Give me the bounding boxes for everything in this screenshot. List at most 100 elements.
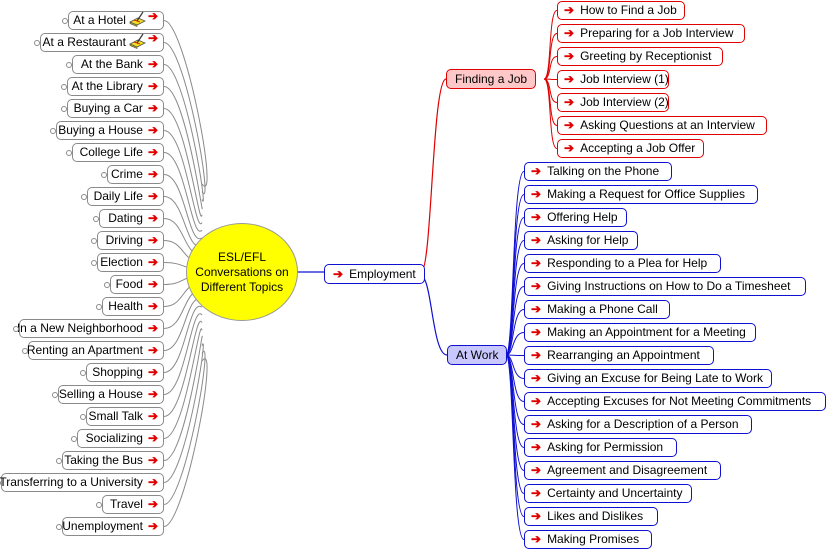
at-work-node[interactable]: At Work [447,345,508,365]
at-work-item[interactable]: ➔ Making Promises [524,530,652,549]
topic-node[interactable]: Travel ➔ [102,495,164,514]
collapse-toggle[interactable] [50,128,56,134]
topic-node[interactable]: At the Library ➔ [67,77,164,96]
topic-node[interactable]: At a Hotel ➔ [68,9,164,30]
arrow-link-icon[interactable]: ➔ [148,473,158,492]
arrow-link-icon[interactable]: ➔ [531,323,541,342]
arrow-link-icon[interactable]: ➔ [148,341,158,360]
topic-node[interactable]: Crime ➔ [107,165,164,184]
employment-node[interactable]: ➔ Employment [324,264,425,284]
collapse-toggle[interactable] [66,150,72,156]
at-work-item[interactable]: ➔ Talking on the Phone [524,162,672,181]
arrow-link-icon[interactable]: ➔ [564,1,574,20]
at-work-item[interactable]: ➔ Responding to a Plea for Help [524,254,721,273]
at-work-item[interactable]: ➔ Offering Help [524,208,627,227]
collapse-toggle[interactable] [61,84,67,90]
arrow-link-icon[interactable]: ➔ [531,369,541,388]
topic-node[interactable]: At a Restaurant ➔ [40,31,164,52]
collapse-toggle[interactable] [61,106,67,112]
arrow-link-icon[interactable]: ➔ [531,231,541,250]
arrow-link-icon[interactable]: ➔ [148,495,158,514]
arrow-link-icon[interactable]: ➔ [148,121,158,140]
arrow-link-icon[interactable]: ➔ [531,185,541,204]
collapse-toggle[interactable] [22,348,28,354]
root-topic[interactable]: ESL/EFL Conversations on Different Topic… [186,223,298,321]
collapse-toggle[interactable] [96,502,102,508]
collapse-toggle[interactable] [101,172,107,178]
at-work-item[interactable]: ➔ Rearranging an Appointment [524,346,714,365]
arrow-link-icon[interactable]: ➔ [564,47,574,66]
arrow-link-icon[interactable]: ➔ [564,93,574,112]
collapse-toggle[interactable] [66,62,72,68]
topic-node[interactable]: Shopping ➔ [86,363,164,382]
finding-job-item[interactable]: ➔ Job Interview (2) [557,93,669,112]
topic-node[interactable]: Dating ➔ [99,209,164,228]
collapse-toggle[interactable] [96,304,102,310]
topic-node[interactable]: Small Talk ➔ [86,407,164,426]
at-work-item[interactable]: ➔ Giving Instructions on How to Do a Time… [524,277,806,296]
arrow-link-icon[interactable]: ➔ [148,253,158,272]
arrow-link-icon[interactable]: ➔ [531,392,541,411]
finding-job-item[interactable]: ➔ Job Interview (1) [557,70,669,89]
arrow-link-icon[interactable]: ➔ [148,29,158,48]
arrow-link-icon[interactable]: ➔ [564,24,574,43]
arrow-link-icon[interactable]: ➔ [531,530,541,549]
arrow-link-icon[interactable]: ➔ [148,55,158,74]
arrow-link-icon[interactable]: ➔ [564,70,574,89]
finding-job-item[interactable]: ➔ Accepting a Job Offer [557,139,704,158]
arrow-link-icon[interactable]: ➔ [148,77,158,96]
finding-job-node[interactable]: Finding a Job [446,69,537,89]
arrow-link-icon[interactable]: ➔ [531,346,541,365]
finding-job-item[interactable]: ➔ Greeting by Receptionist [557,47,723,66]
arrow-link-icon[interactable]: ➔ [148,143,158,162]
collapse-toggle[interactable] [80,370,86,376]
arrow-link-icon[interactable]: ➔ [148,319,158,338]
finding-job-item[interactable]: ➔ Asking Questions at an Interview [557,116,767,135]
arrow-link-icon[interactable]: ➔ [148,187,158,206]
collapse-toggle[interactable] [91,238,97,244]
topic-node[interactable]: Daily Life ➔ [87,187,164,206]
at-work-item[interactable]: ➔ Asking for Help [524,231,638,250]
topic-node[interactable]: Transferring to a University ➔ [0,473,164,492]
topic-node[interactable]: Renting an Apartment ➔ [27,341,164,360]
topic-node[interactable]: At the Bank ➔ [72,55,164,74]
arrow-link-icon[interactable]: ➔ [564,139,574,158]
topic-node[interactable]: Unemployment ➔ [62,517,164,536]
topic-node[interactable]: Election ➔ [97,253,164,272]
at-work-item[interactable]: ➔ Likes and Dislikes [524,507,658,526]
arrow-link-icon[interactable]: ➔ [148,7,158,26]
at-work-item[interactable]: ➔ Accepting Excuses for Not Meeting Commi… [524,392,826,411]
arrow-link-icon[interactable]: ➔ [148,363,158,382]
collapse-toggle[interactable] [81,194,87,200]
collapse-toggle[interactable] [91,260,97,266]
arrow-link-icon[interactable]: ➔ [148,429,158,448]
arrow-link-icon[interactable]: ➔ [148,165,158,184]
topic-node[interactable]: Food ➔ [110,275,164,294]
arrow-link-icon[interactable]: ➔ [531,254,541,273]
arrow-link-icon[interactable]: ➔ [531,507,541,526]
arrow-link-icon[interactable]: ➔ [531,415,541,434]
at-work-item[interactable]: ➔ Asking for a Description of a Person [524,415,752,434]
topic-node[interactable]: In a New Neighborhood ➔ [17,319,164,338]
topic-node[interactable]: Driving ➔ [97,231,164,250]
topic-node[interactable]: Buying a House ➔ [56,121,164,140]
topic-node[interactable]: Health ➔ [102,297,164,316]
arrow-link-icon[interactable]: ➔ [148,451,158,470]
at-work-item[interactable]: ➔ Making an Appointment for a Meeting [524,323,756,342]
arrow-link-icon[interactable]: ➔ [531,208,541,227]
at-work-item[interactable]: ➔ Giving an Excuse for Being Late to Work [524,369,772,388]
arrow-link-icon[interactable]: ➔ [531,300,541,319]
arrow-link-icon[interactable]: ➔ [148,209,158,228]
collapse-toggle[interactable] [56,524,62,530]
arrow-link-icon[interactable]: ➔ [148,407,158,426]
arrow-link-icon[interactable]: ➔ [531,162,541,181]
arrow-link-icon[interactable]: ➔ [564,116,574,135]
at-work-item[interactable]: ➔ Making a Request for Office Supplies [524,185,758,204]
arrow-link-icon[interactable]: ➔ [531,438,541,457]
collapse-toggle[interactable] [62,18,68,24]
topic-node[interactable]: Taking the Bus ➔ [62,451,164,470]
collapse-toggle[interactable] [13,326,19,332]
collapse-toggle[interactable] [56,458,62,464]
topic-node[interactable]: Selling a House ➔ [58,385,164,404]
topic-node[interactable]: Socializing ➔ [77,429,164,448]
